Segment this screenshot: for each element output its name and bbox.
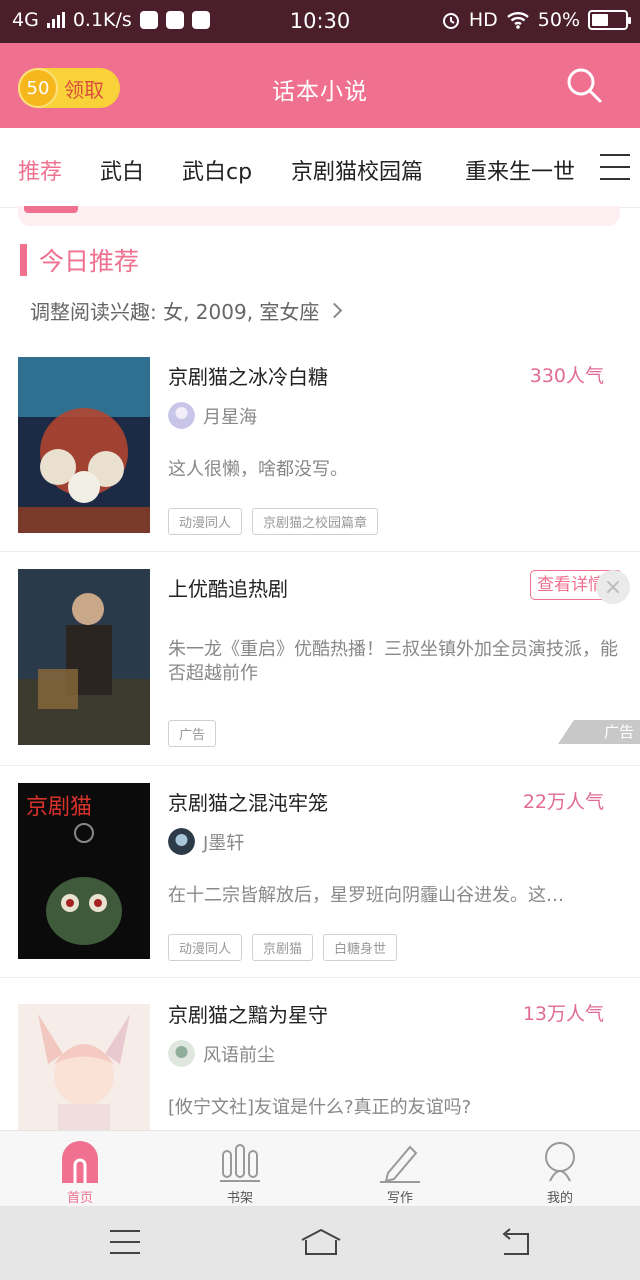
book-title: 京剧猫之混沌牢笼 [168, 791, 328, 815]
ad-title: 上优酷追热剧 [168, 577, 288, 601]
nav-label: 写作 [386, 1191, 413, 1206]
section-header: 今日推荐 [20, 244, 139, 276]
ad-desc: 朱一龙《重启》优酷热播！三叔坐镇外加全员演技派，能否超越前作 [168, 639, 618, 684]
battery-text: 50% [537, 9, 580, 31]
nav-profile[interactable]: 我的 [480, 1131, 640, 1207]
tag[interactable]: 动漫同人 [168, 508, 243, 535]
home-button-icon[interactable] [300, 1228, 342, 1256]
interest-settings-link[interactable]: 调整阅读兴趣: 女, 2009, 室女座 [30, 296, 343, 325]
ad-cover [18, 569, 150, 745]
menu-icon[interactable] [110, 1228, 140, 1256]
battery-icon [588, 10, 631, 30]
list-item[interactable]: 京剧猫之黯为星守 13万人气 风语前尘 [攸宁文社]友谊是什么?真正的友谊吗? [0, 978, 640, 1130]
bottom-nav: 首页 书架 写作 我的 [0, 1130, 640, 1206]
book-cover [18, 1004, 150, 1130]
hd-indicator: HD [468, 9, 498, 31]
list-item[interactable]: 京剧猫之冰冷白糖 330人气 月星海 这人很懒，啥都没写。 动漫同人 京剧猫之校… [0, 340, 640, 552]
banner[interactable] [18, 206, 620, 226]
close-icon[interactable]: × [596, 570, 630, 604]
ad-tag: 广告 [168, 720, 217, 747]
tab-wubai[interactable]: 武白 [100, 154, 144, 186]
nav-label: 书架 [226, 1191, 253, 1206]
ad-mark: 广告 [558, 720, 640, 744]
book-cover [18, 357, 150, 533]
tab-wubai-cp[interactable]: 武白cp [182, 154, 252, 186]
tag-list: 动漫同人 京剧猫 白糖身世 [168, 934, 398, 961]
tag[interactable]: 白糖身世 [323, 934, 398, 961]
author-name: 风语前尘 [203, 1044, 275, 1066]
book-desc: [攸宁文社]友谊是什么?真正的友谊吗? [168, 1097, 472, 1118]
book-author[interactable]: 月星海 [168, 402, 257, 429]
back-icon[interactable] [500, 1228, 530, 1256]
app-header: 50 领取 话本小说 [0, 43, 640, 128]
pencil-icon [380, 1145, 420, 1183]
wifi-icon [506, 12, 529, 29]
tab-recommend[interactable]: 推荐 [18, 154, 62, 186]
book-desc: 在十二宗皆解放后，星罗班向阴霾山谷进发。这… [168, 885, 564, 906]
tab-campus[interactable]: 京剧猫校园篇 [291, 154, 423, 186]
book-author[interactable]: J墨轩 [168, 828, 244, 855]
nav-bookshelf[interactable]: 书架 [160, 1131, 320, 1207]
alarm-icon [442, 13, 459, 29]
nav-label: 首页 [66, 1191, 93, 1206]
author-name: 月星海 [203, 406, 257, 428]
nav-label: 我的 [546, 1191, 573, 1206]
tab-rebirth[interactable]: 重来生一世 [465, 154, 575, 186]
system-nav-bar [0, 1206, 640, 1280]
nav-write[interactable]: 写作 [320, 1131, 480, 1207]
home-icon [62, 1141, 98, 1183]
profile-icon [545, 1142, 575, 1182]
interest-text: 调整阅读兴趣: 女, 2009, 室女座 [30, 300, 320, 324]
book-desc: 这人很懒，啥都没写。 [168, 459, 348, 480]
tag-list: 广告 [168, 720, 217, 747]
tag-list: 动漫同人 京剧猫之校园篇章 [168, 508, 379, 535]
section-title: 今日推荐 [39, 247, 140, 276]
book-cover: 京剧猫 [18, 783, 150, 959]
avatar [168, 828, 195, 855]
search-icon[interactable] [564, 65, 604, 105]
nav-home[interactable]: 首页 [0, 1131, 160, 1207]
avatar [168, 1040, 195, 1067]
tag[interactable]: 动漫同人 [168, 934, 243, 961]
book-title: 京剧猫之冰冷白糖 [168, 365, 328, 389]
avatar [168, 402, 195, 429]
category-tabs: 推荐 武白 武白cp 京剧猫校园篇 重来生一世 [0, 128, 640, 208]
chevron-right-icon [327, 302, 343, 319]
book-popularity: 22万人气 [522, 791, 604, 813]
status-bar: 4G 0.1K/s 10:30 HD 50% [0, 0, 640, 43]
book-author[interactable]: 风语前尘 [168, 1040, 275, 1067]
book-popularity: 13万人气 [522, 1003, 604, 1025]
list-item[interactable]: 京剧猫 京剧猫之混沌牢笼 22万人气 J墨轩 在十二宗皆解放后，星罗班向阴霾山谷… [0, 766, 640, 978]
author-name: J墨轩 [203, 832, 245, 854]
book-title: 京剧猫之黯为星守 [168, 1003, 328, 1027]
tag[interactable]: 京剧猫 [252, 934, 314, 961]
menu-icon[interactable] [600, 154, 630, 180]
ad-item[interactable]: 上优酷追热剧 查看详情 × 朱一龙《重启》优酷热播！三叔坐镇外加全员演技派，能否… [0, 552, 640, 766]
tag[interactable]: 京剧猫之校园篇章 [252, 508, 379, 535]
app-title: 话本小说 [272, 79, 368, 105]
bookshelf-icon [220, 1144, 260, 1182]
book-popularity: 330人气 [529, 365, 604, 387]
